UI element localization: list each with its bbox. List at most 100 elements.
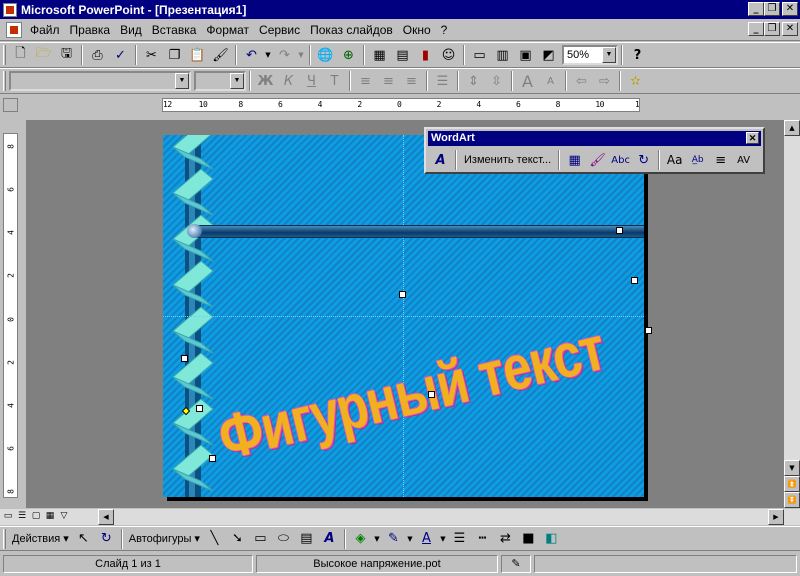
vertical-scrollbar[interactable]: ▲ ▼ ⏫ ⏬ xyxy=(784,120,800,508)
close-icon[interactable]: ✕ xyxy=(746,132,759,144)
free-rotate-icon[interactable]: ↻ xyxy=(632,149,655,171)
previous-slide-icon[interactable]: ⏫ xyxy=(784,476,800,492)
selection-handle[interactable] xyxy=(209,455,216,462)
line-style-icon[interactable]: ☰ xyxy=(448,528,471,550)
normal-view-icon[interactable]: ▭ xyxy=(2,510,14,522)
cut-icon[interactable]: ✂ xyxy=(140,44,163,66)
oval-icon[interactable]: ⬭ xyxy=(272,528,295,550)
doc-minimize-button[interactable]: _ xyxy=(748,22,764,36)
new-slide-icon[interactable]: ▭ xyxy=(468,44,491,66)
scroll-right-icon[interactable]: ▶ xyxy=(768,509,784,525)
horizontal-scrollbar[interactable]: ◀ ▶ xyxy=(0,509,800,525)
document-icon[interactable] xyxy=(6,21,22,38)
bullets-icon[interactable]: ☰ xyxy=(431,70,454,92)
line-color-icon[interactable]: ✎ xyxy=(382,528,405,550)
restore-button[interactable]: ❐ xyxy=(764,2,780,16)
toolbar-grip[interactable] xyxy=(3,71,6,91)
horizontal-guide[interactable] xyxy=(163,316,644,317)
selection-handle[interactable] xyxy=(181,355,188,362)
wordart-toolbar-title[interactable]: WordArt ✕ xyxy=(428,131,761,146)
scroll-up-icon[interactable]: ▲ xyxy=(784,120,800,136)
close-button[interactable]: ✕ xyxy=(782,2,798,16)
selection-handle[interactable] xyxy=(196,405,203,412)
selection-handle[interactable] xyxy=(631,277,638,284)
next-slide-icon[interactable]: ⏬ xyxy=(784,492,800,508)
3d-icon[interactable]: ◧ xyxy=(540,528,563,550)
insert-clipart-icon[interactable]: ☺ xyxy=(437,44,460,66)
new-file-icon[interactable]: 🗋 xyxy=(9,44,32,66)
increase-spacing-icon[interactable]: ⇕ xyxy=(462,70,485,92)
menu-view[interactable]: Вид xyxy=(115,21,147,39)
insert-excel-icon[interactable]: ▤ xyxy=(391,44,414,66)
arrow-style-icon[interactable]: ⇄ xyxy=(494,528,517,550)
menu-format[interactable]: Формат xyxy=(201,21,254,39)
menu-help[interactable]: ? xyxy=(436,21,453,39)
spelling-icon[interactable]: ✓ xyxy=(109,44,132,66)
copy-icon[interactable]: ❐ xyxy=(163,44,186,66)
undo-icon[interactable]: ↶ xyxy=(240,44,263,66)
scroll-left-icon[interactable]: ◀ xyxy=(98,509,114,525)
open-folder-icon[interactable]: 🗁 xyxy=(32,44,55,66)
same-letter-heights-icon[interactable]: Aa xyxy=(663,149,686,171)
character-spacing-icon[interactable]: AV xyxy=(732,149,755,171)
selection-handle[interactable] xyxy=(428,391,435,398)
align-center-icon[interactable]: ≡ xyxy=(377,70,400,92)
paste-icon[interactable]: 📋 xyxy=(186,44,209,66)
font-color-icon[interactable]: A xyxy=(415,528,438,550)
powerpoint-app-icon[interactable] xyxy=(3,2,17,17)
slide-show-icon[interactable]: ▽ xyxy=(58,510,70,522)
chevron-down-icon[interactable]: ▼ xyxy=(175,73,189,89)
menu-window[interactable]: Окно xyxy=(398,21,436,39)
minimize-button[interactable]: _ xyxy=(748,2,764,16)
insert-chart-icon[interactable]: ▮ xyxy=(414,44,437,66)
animation-effects-icon[interactable]: ✫ xyxy=(624,70,647,92)
spelling-status-icon[interactable]: ✎ xyxy=(501,555,531,573)
arrow-icon[interactable]: ➘ xyxy=(226,528,249,550)
promote-icon[interactable]: ⇦ xyxy=(570,70,593,92)
slide-sorter-icon[interactable]: ▦ xyxy=(44,510,56,522)
shadow-icon[interactable]: ■ xyxy=(517,528,540,550)
redo-icon[interactable]: ↷ xyxy=(273,44,296,66)
grayscale-icon[interactable]: ◩ xyxy=(537,44,560,66)
wordart-shape-icon[interactable]: Abc xyxy=(609,149,632,171)
doc-restore-button[interactable]: ❐ xyxy=(764,22,780,36)
slide-view-icon[interactable]: ▢ xyxy=(30,510,42,522)
help-icon[interactable]: ? xyxy=(626,44,649,66)
redo-dropdown-icon[interactable]: ▼ xyxy=(296,44,306,66)
insert-wordart-icon[interactable]: A xyxy=(318,528,341,550)
decrease-font-icon[interactable]: A xyxy=(539,70,562,92)
font-size-select[interactable]: ▼ xyxy=(194,71,246,91)
align-right-icon[interactable]: ≡ xyxy=(400,70,423,92)
apply-design-icon[interactable]: ▣ xyxy=(514,44,537,66)
font-color-dropdown-icon[interactable]: ▼ xyxy=(438,528,448,550)
actions-menu[interactable]: Действия ▾ xyxy=(9,532,72,545)
toolbar-grip[interactable] xyxy=(3,528,6,549)
print-icon[interactable]: ⎙ xyxy=(86,44,109,66)
selection-handle[interactable] xyxy=(616,227,623,234)
wordart-toolbar[interactable]: WordArt ✕ A Изменить текст... ▦ 🖌 Abc ↻ … xyxy=(424,127,765,174)
vertical-text-icon[interactable]: A̲b xyxy=(686,149,709,171)
rectangle-icon[interactable]: ▭ xyxy=(249,528,272,550)
wordart-gallery-icon[interactable]: ▦ xyxy=(563,149,586,171)
menu-file[interactable]: Файл xyxy=(25,21,65,39)
wordart-alignment-icon[interactable]: ≡ xyxy=(709,149,732,171)
fill-color-icon[interactable]: ◈ xyxy=(349,528,372,550)
chevron-down-icon[interactable]: ▼ xyxy=(230,73,244,89)
chevron-down-icon[interactable]: ▼ xyxy=(602,47,616,63)
increase-font-icon[interactable]: A xyxy=(516,70,539,92)
text-box-icon[interactable]: ▤ xyxy=(295,528,318,550)
format-painter-icon[interactable]: 🖌 xyxy=(209,44,232,66)
italic-icon[interactable]: К xyxy=(277,70,300,92)
horizontal-ruler[interactable]: 12 10 8 6 4 2 0 2 4 6 8 10 12 xyxy=(162,98,640,112)
align-left-icon[interactable]: ≡ xyxy=(354,70,377,92)
select-objects-icon[interactable]: ↖ xyxy=(72,528,95,550)
edit-text-button[interactable]: Изменить текст... xyxy=(460,149,555,171)
selection-handle[interactable] xyxy=(645,327,652,334)
bold-icon[interactable]: Ж xyxy=(254,70,277,92)
outline-view-icon[interactable]: ☰ xyxy=(16,510,28,522)
selection-handle[interactable] xyxy=(399,291,406,298)
toolbar-grip[interactable] xyxy=(3,45,6,65)
fill-color-dropdown-icon[interactable]: ▼ xyxy=(372,528,382,550)
scroll-down-icon[interactable]: ▼ xyxy=(784,460,800,476)
vertical-ruler[interactable]: 8 6 4 2 0 2 4 6 8 xyxy=(3,133,18,498)
